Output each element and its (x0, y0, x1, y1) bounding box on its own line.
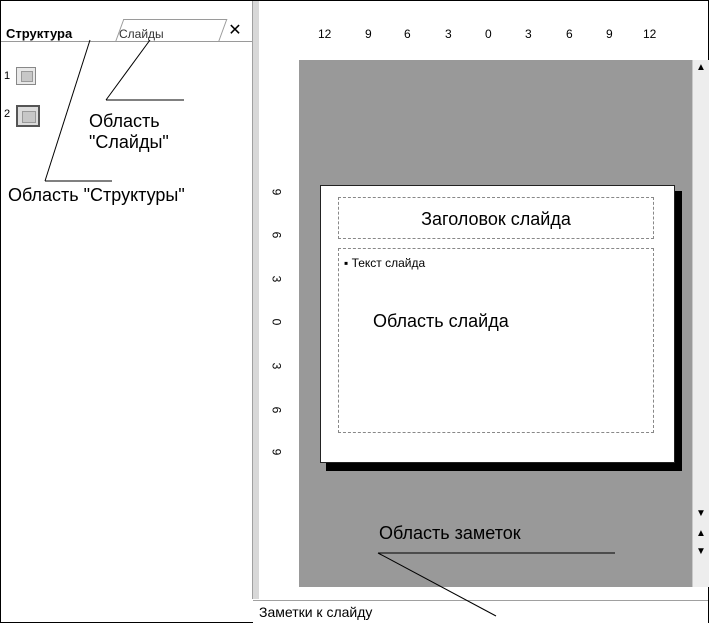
ruler-tick-label: 12 (318, 27, 332, 41)
ruler-tick-label: 12 (643, 27, 657, 41)
vertical-scrollbar[interactable]: ▲ ▼ ▲ ▼ (692, 60, 709, 587)
slide-title-placeholder[interactable]: Заголовок слайда (338, 197, 654, 239)
ruler-tick-label: 6 (269, 231, 284, 239)
ruler-tick-label: 9 (606, 27, 613, 41)
ruler-tick-label: 0 (269, 318, 284, 326)
ruler-tick-label: 9 (365, 27, 372, 41)
ruler-tick-label: 9 (269, 188, 284, 196)
horizontal-ruler: 12 9 6 3 0 3 6 9 12 (299, 27, 699, 41)
slide-editing-pane: 12 9 6 3 0 3 6 9 12 9 6 3 0 3 6 9 Заголо… (259, 1, 709, 599)
scroll-down-icon[interactable]: ▼ (695, 508, 707, 520)
slide-body-bullet-text: ▪ Текст слайда (344, 256, 426, 270)
ruler-tick-label: 3 (269, 275, 284, 283)
ruler-tick-label: 6 (269, 406, 284, 414)
tab-slides[interactable]: Слайды (119, 23, 219, 45)
scroll-up-icon[interactable]: ▲ (695, 62, 707, 74)
ruler-tick-label: 9 (269, 448, 284, 456)
previous-slide-icon[interactable]: ▲ (695, 528, 707, 540)
next-slide-icon[interactable]: ▼ (695, 546, 707, 558)
ruler-tick-label: 6 (566, 27, 573, 41)
notes-pane[interactable]: Заметки к слайду (253, 600, 708, 623)
ruler-tick-label: 3 (445, 27, 452, 41)
ruler-tick-label: 0 (485, 27, 492, 41)
outline-slides-pane: Структура Слайды ✕ 1 2 Область "Слайды" … (1, 1, 252, 621)
ruler-tick-label: 3 (525, 27, 532, 41)
callout-notes-area: Область заметок (379, 523, 521, 543)
slide-number: 1 (4, 70, 11, 82)
tab-outline[interactable]: Структура (6, 23, 116, 45)
notes-placeholder[interactable]: Заметки к слайду (259, 604, 372, 620)
slide-number: 2 (4, 108, 11, 120)
ruler-tick-label: 3 (269, 362, 284, 370)
vertical-ruler: 9 6 3 0 3 6 9 (269, 179, 287, 469)
slide-thumbnail-selected[interactable] (16, 105, 40, 127)
ruler-tick-label: 6 (404, 27, 411, 41)
callout-slides-area: Область "Слайды" (89, 111, 169, 152)
slide[interactable]: Заголовок слайда ▪ Текст слайда Область … (320, 185, 675, 463)
callout-outline-area: Область "Структуры" (8, 185, 185, 205)
slide-area-label: Область слайда (373, 311, 509, 331)
slide-thumbnail[interactable] (16, 67, 36, 85)
close-pane-button[interactable]: ✕ (227, 23, 243, 39)
slide-body-placeholder[interactable]: ▪ Текст слайда Область слайда (338, 248, 654, 433)
